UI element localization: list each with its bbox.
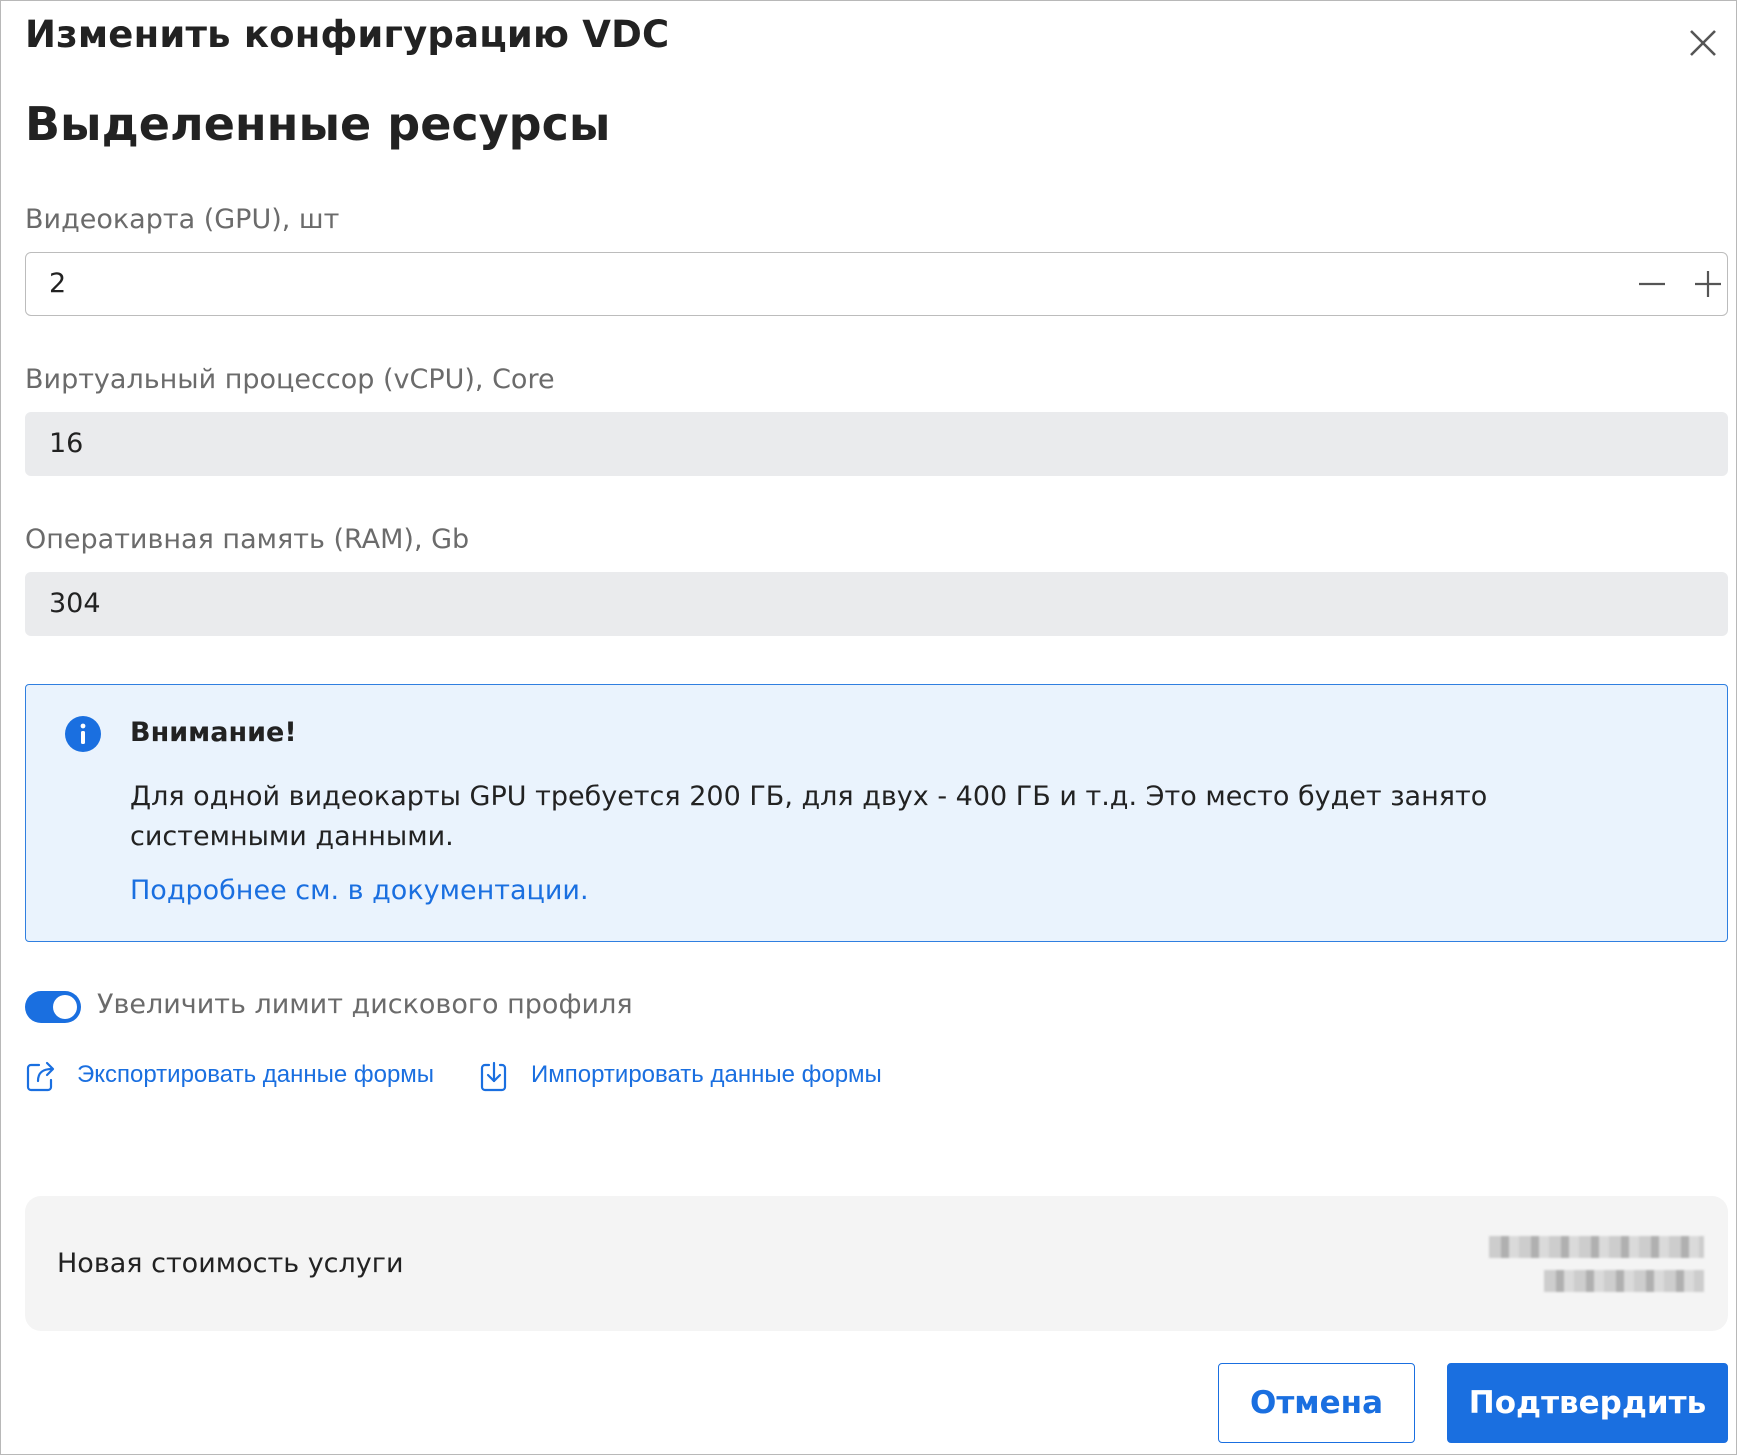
toggle-knob — [53, 995, 77, 1019]
close-button[interactable] — [1683, 23, 1723, 63]
import-form-data-label: Импортировать данные формы — [531, 1061, 882, 1088]
edit-vdc-config-modal: Изменить конфигурацию VDC Выделенные рес… — [0, 0, 1737, 1455]
warning-alert: Внимание! Для одной видеокарты GPU требу… — [25, 684, 1728, 942]
export-form-data-link[interactable]: Экспортировать данные формы — [25, 1059, 445, 1095]
gpu-label: Видеокарта (GPU), шт — [25, 204, 340, 235]
ram-label: Оперативная память (RAM), Gb — [25, 524, 470, 555]
disk-limit-toggle[interactable] — [25, 991, 81, 1023]
export-icon — [26, 1061, 55, 1092]
info-icon — [65, 716, 101, 752]
cancel-button[interactable]: Отмена — [1218, 1363, 1415, 1443]
import-form-data-link[interactable]: Импортировать данные формы — [479, 1059, 899, 1095]
gpu-decrement-button[interactable] — [1631, 263, 1673, 305]
vcpu-field: 16 — [25, 412, 1728, 476]
price-value-redacted — [1489, 1236, 1704, 1258]
new-price-panel: Новая стоимость услуги — [25, 1196, 1728, 1331]
export-form-data-label: Экспортировать данные формы — [77, 1061, 435, 1088]
price-period-redacted — [1544, 1270, 1704, 1292]
gpu-value[interactable]: 2 — [49, 253, 66, 315]
gpu-stepper[interactable]: 2 — [25, 252, 1728, 316]
alert-text: Для одной видеокарты GPU требуется 200 Г… — [130, 781, 1488, 852]
vcpu-label: Виртуальный процессор (vCPU), Core — [25, 364, 555, 395]
section-title: Выделенные ресурсы — [25, 97, 611, 151]
documentation-link[interactable]: Подробнее см. в документации. — [130, 875, 589, 906]
modal-title: Изменить конфигурацию VDC — [25, 13, 670, 56]
gpu-increment-button[interactable] — [1687, 263, 1729, 305]
minus-icon — [1639, 282, 1665, 286]
close-icon — [1690, 30, 1716, 56]
new-price-label: Новая стоимость услуги — [57, 1248, 404, 1279]
confirm-button[interactable]: Подтвердить — [1447, 1363, 1728, 1443]
vcpu-value: 16 — [49, 428, 84, 459]
ram-value: 304 — [49, 588, 101, 619]
alert-title: Внимание! — [130, 717, 297, 748]
ram-field: 304 — [25, 572, 1728, 636]
plus-icon — [1695, 271, 1721, 297]
disk-limit-toggle-label: Увеличить лимит дискового профиля — [97, 989, 633, 1020]
import-icon — [480, 1061, 507, 1092]
